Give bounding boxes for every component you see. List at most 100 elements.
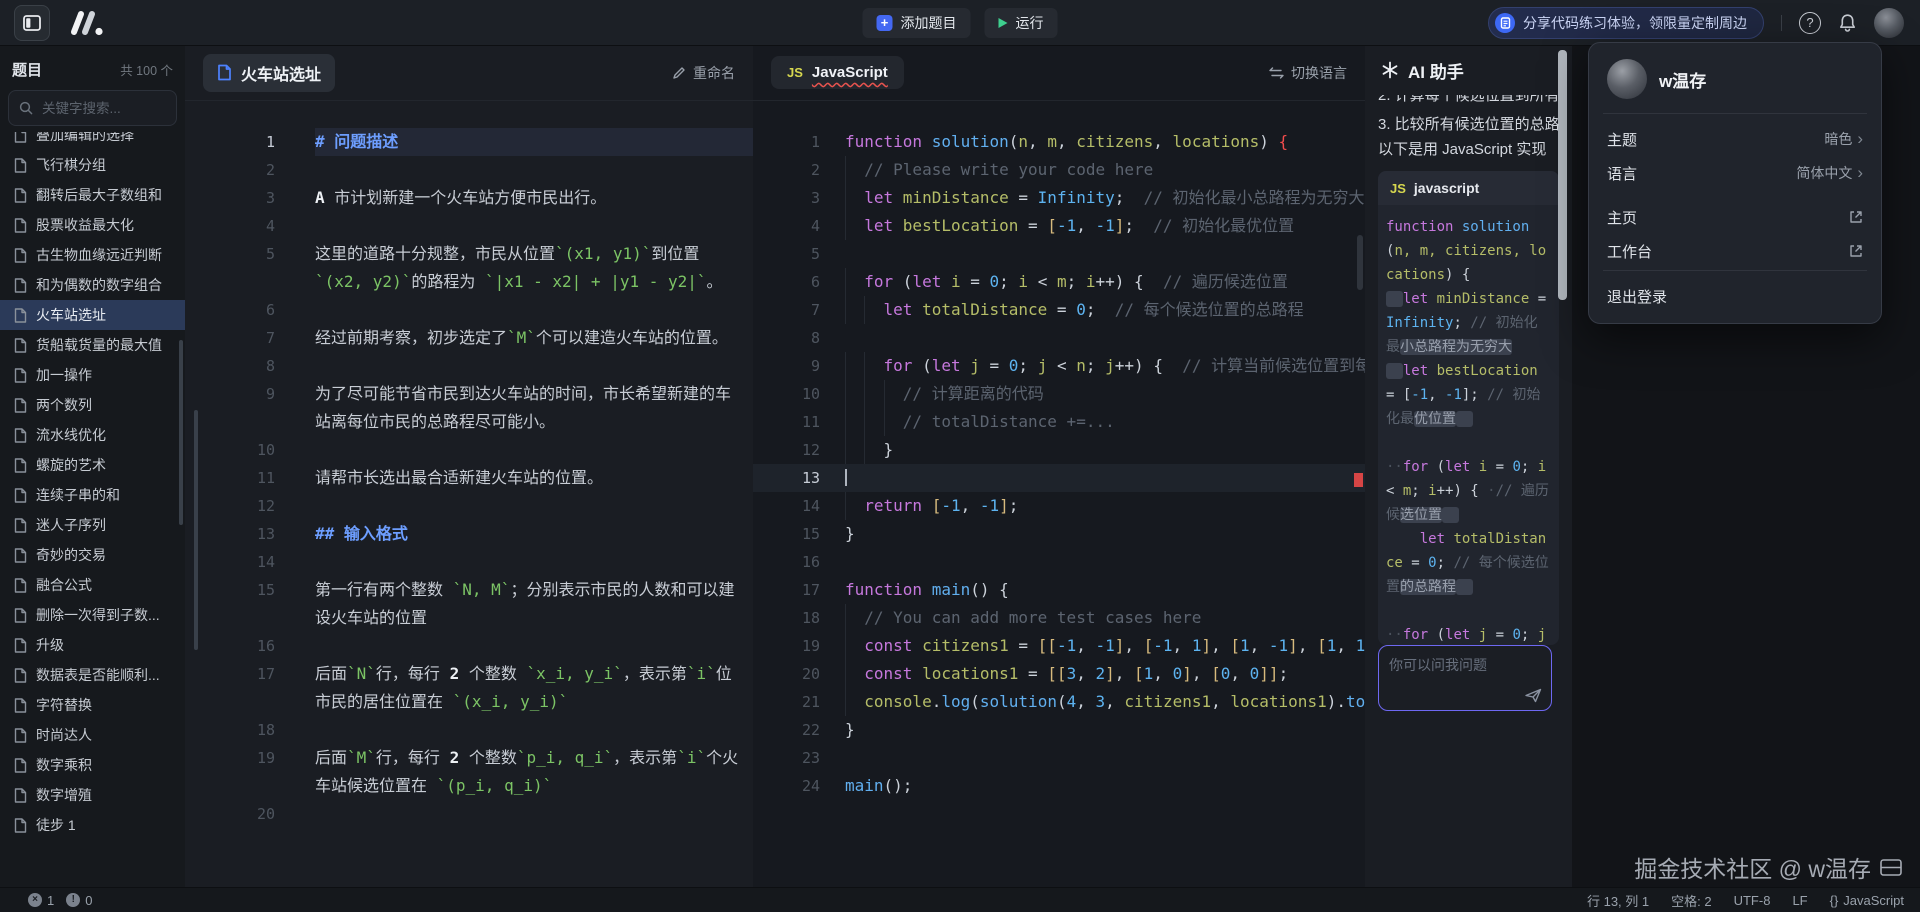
sidebar-item-删除一次得到子数...[interactable]: 删除一次得到子数... xyxy=(0,600,185,630)
send-icon[interactable] xyxy=(1525,688,1542,703)
sidebar-item-飞行棋分组[interactable]: 飞行棋分组 xyxy=(0,150,185,180)
swap-arrows-icon xyxy=(1269,67,1284,79)
error-icon: × xyxy=(28,893,42,907)
editor-header: JS JavaScript 切换语言 xyxy=(753,45,1365,101)
menu-item-workspace[interactable]: 工作台 xyxy=(1589,234,1881,268)
help-icon[interactable]: ? xyxy=(1799,12,1821,34)
code-line: 22} xyxy=(753,716,1365,744)
sidebar-item-翻转后最大子数组和[interactable]: 翻转后最大子数组和 xyxy=(0,180,185,210)
problem-line: 9为了尽可能节省市民到达火车站的时间，市长希望新建的车站离每位市民的总路程尽可能… xyxy=(185,380,753,436)
menu-item-theme[interactable]: 主题暗色› xyxy=(1589,122,1881,156)
ai-chat-input[interactable] xyxy=(1379,646,1551,690)
sidebar-item-迷人子序列[interactable]: 迷人子序列 xyxy=(0,510,185,540)
sidebar-item-奇妙的交易[interactable]: 奇妙的交易 xyxy=(0,540,185,570)
sidebar-item-数据表是否能顺利...[interactable]: 数据表是否能顺利... xyxy=(0,660,185,690)
document-icon xyxy=(14,248,27,263)
menu-avatar xyxy=(1607,59,1647,99)
sidebar-item-股票收益最大化[interactable]: 股票收益最大化 xyxy=(0,210,185,240)
sidebar-item-融合公式[interactable]: 融合公式 xyxy=(0,570,185,600)
menu-item-logout[interactable]: 退出登录 xyxy=(1589,279,1881,313)
line-number: 15 xyxy=(185,576,275,632)
problem-editor[interactable]: 1# 问题描述23A 市计划新建一个火车站方便市民出行。45这里的道路十分规整，… xyxy=(185,100,753,888)
cursor-position[interactable]: 行 13, 列 1 xyxy=(1587,891,1649,910)
line-number: 24 xyxy=(753,772,820,800)
tab-javascript[interactable]: JS JavaScript xyxy=(771,56,904,89)
line-number: 5 xyxy=(753,240,820,268)
sidebar-item-古生物血缘远近判断[interactable]: 古生物血缘远近判断 xyxy=(0,240,185,270)
ai-code-line: ··for (let j = 0; j < n; j++) { ·// 计算当前… xyxy=(1386,623,1551,645)
user-menu-items: 主题暗色›语言简体中文› 主页工作台退出登录 xyxy=(1589,122,1881,313)
sidebar-item-货船载货量的最大值[interactable]: 货船载货量的最大值 xyxy=(0,330,185,360)
error-count-badge[interactable]: × 1 xyxy=(28,893,54,908)
rename-button[interactable]: 重命名 xyxy=(672,63,735,83)
ai-code-line xyxy=(1386,431,1551,455)
code-line: 10 // 计算距离的代码 xyxy=(753,380,1365,408)
code-line: 11 // totalDistance +=... xyxy=(753,408,1365,436)
sidebar-collapse-button[interactable] xyxy=(14,5,50,41)
tab-label: JavaScript xyxy=(812,64,888,81)
run-button[interactable]: 运行 xyxy=(985,8,1058,38)
user-avatar[interactable] xyxy=(1874,8,1904,38)
document-icon xyxy=(14,188,27,203)
add-question-label: 添加题目 xyxy=(901,13,957,33)
sidebar-item-流水线优化[interactable]: 流水线优化 xyxy=(0,420,185,450)
menu-divider xyxy=(1603,270,1867,271)
sidebar-item-叠加编辑的选择[interactable]: 叠加编辑的选择 xyxy=(0,132,185,150)
notification-bell-icon[interactable] xyxy=(1838,13,1857,33)
code-line: 2 // Please write your code here xyxy=(753,156,1365,184)
eol-setting[interactable]: LF xyxy=(1792,893,1807,908)
menu-item-language[interactable]: 语言简体中文› xyxy=(1589,156,1881,190)
sidebar-item-加一操作[interactable]: 加一操作 xyxy=(0,360,185,390)
ai-header: AI 助手 xyxy=(1365,45,1572,95)
sidebar-item-火车站选址[interactable]: 火车站选址 xyxy=(0,300,185,330)
sidebar-item-label: 数字乘积 xyxy=(36,755,92,775)
code-editor[interactable]: 1function solution(n, m, citizens, locat… xyxy=(753,100,1365,888)
problem-panel: 火车站选址 重命名 1# 问题描述23A 市计划新建一个火车站方便市民出行。45… xyxy=(185,45,754,888)
sidebar-item-label: 奇妙的交易 xyxy=(36,545,106,565)
problem-line: 16 xyxy=(185,632,753,660)
line-number: 22 xyxy=(753,716,820,744)
sidebar-item-连续子串的和[interactable]: 连续子串的和 xyxy=(0,480,185,510)
line-number: 1 xyxy=(753,128,820,156)
problem-scrollbar[interactable] xyxy=(194,410,198,650)
line-number: 7 xyxy=(753,296,820,324)
line-number: 13 xyxy=(185,520,275,548)
menu-item-home[interactable]: 主页 xyxy=(1589,200,1881,234)
add-question-button[interactable]: + 添加题目 xyxy=(863,8,971,38)
switch-language-button[interactable]: 切换语言 xyxy=(1269,63,1347,83)
ai-content: 2. 计算每个候选位置到所有市民的总路程 3. 比较所有候选位置的总路程 以下是… xyxy=(1378,95,1559,888)
code-line: 1function solution(n, m, citizens, locat… xyxy=(753,128,1365,156)
line-number: 10 xyxy=(185,436,275,464)
search-input[interactable] xyxy=(40,100,166,117)
ai-scrollbar[interactable] xyxy=(1558,50,1567,300)
line-number: 3 xyxy=(753,184,820,212)
language-mode[interactable]: {} JavaScript xyxy=(1830,893,1904,908)
encoding-setting[interactable]: UTF-8 xyxy=(1734,893,1771,908)
code-line: 13 xyxy=(753,464,1365,492)
js-badge-icon: JS xyxy=(787,65,803,80)
sidebar-item-数字乘积[interactable]: 数字乘积 xyxy=(0,750,185,780)
sidebar-item-两个数列[interactable]: 两个数列 xyxy=(0,390,185,420)
document-icon xyxy=(14,218,27,233)
sidebar-item-升级[interactable]: 升级 xyxy=(0,630,185,660)
sidebar-item-时尚达人[interactable]: 时尚达人 xyxy=(0,720,185,750)
sidebar-item-字符替换[interactable]: 字符替换 xyxy=(0,690,185,720)
editor-scrollbar[interactable] xyxy=(1357,235,1363,290)
external-link-icon xyxy=(1849,244,1863,258)
sidebar-item-数字增殖[interactable]: 数字增殖 xyxy=(0,780,185,810)
warning-count-badge[interactable]: ! 0 xyxy=(66,893,92,908)
indentation-setting[interactable]: 空格: 2 xyxy=(1671,891,1711,910)
problem-title-chip[interactable]: 火车站选址 xyxy=(203,54,335,92)
sidebar-item-和为偶数的数字组合[interactable]: 和为偶数的数字组合 xyxy=(0,270,185,300)
app-logo[interactable] xyxy=(68,10,104,36)
line-number: 21 xyxy=(753,688,820,716)
promo-banner[interactable]: 分享代码练习体验，领限量定制周边 xyxy=(1488,7,1764,39)
sidebar-item-螺旋的艺术[interactable]: 螺旋的艺术 xyxy=(0,450,185,480)
sidebar-scrollbar[interactable] xyxy=(179,340,183,525)
code-line: 16 xyxy=(753,548,1365,576)
sidebar-item-label: 叠加编辑的选择 xyxy=(36,132,134,145)
ai-code-line: let bestLocation = [-1, -1]; // 初始化最优位置 xyxy=(1386,359,1551,431)
ai-code-line: ··for (let i = 0; i < m; i++) { ·// 遍历候选… xyxy=(1386,455,1551,527)
sidebar-item-徒步 1[interactable]: 徒步 1 xyxy=(0,810,185,840)
sparkle-icon xyxy=(1381,61,1399,79)
